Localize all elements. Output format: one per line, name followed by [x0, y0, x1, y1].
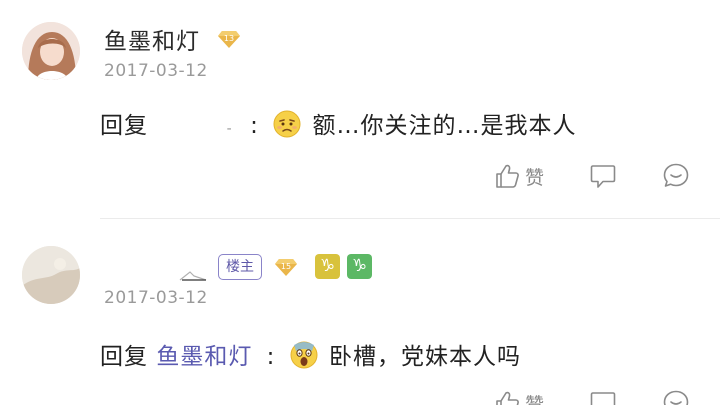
comment-bubble-icon: [590, 392, 616, 405]
reply-bubble-icon: [663, 390, 689, 405]
comment-date: 2017-03-12: [104, 61, 208, 81]
comment-button[interactable]: [588, 161, 618, 195]
reply-prefix: 回复: [100, 113, 148, 139]
diamond-icon: 13: [218, 31, 240, 48]
level-number: 13: [224, 34, 234, 43]
grimace-emoji-icon: [273, 110, 301, 138]
username[interactable]: 鱼墨和灯: [104, 22, 200, 56]
comment-actions: 赞: [0, 388, 720, 405]
reply-button[interactable]: [661, 161, 691, 195]
reply-prefix: 回复: [100, 344, 148, 370]
comment-body: 回复 - : 额…你关注的…是我本人: [100, 106, 577, 140]
comment-text: 卧槽，党妹本人吗: [329, 344, 521, 370]
owner-badge: 楼主: [218, 254, 262, 280]
reply-bubble-icon: [663, 163, 689, 187]
avatar-image: [22, 246, 80, 304]
like-label: 赞: [525, 393, 545, 405]
comment-actions: 赞: [0, 161, 720, 191]
thumbs-up-icon: [496, 164, 519, 188]
redaction-artifact: [179, 271, 207, 281]
zodiac-capricorn-icon: ♑: [315, 254, 340, 279]
level-badge: 13: [217, 26, 241, 50]
comment-button[interactable]: [588, 388, 618, 405]
comment-item: 楼主 15 ♑ ♑ 2017-03-12 回复 鱼墨和灯 : 卧槽，党妹本人吗 …: [0, 230, 720, 405]
comment-body: 回复 鱼墨和灯 : 卧槽，党妹本人吗: [100, 337, 521, 371]
comment-text: 额…你关注的…是我本人: [312, 113, 577, 139]
colon: :: [266, 344, 276, 370]
colon: :: [250, 113, 259, 139]
zodiac-capricorn-icon: ♑: [347, 254, 372, 279]
avatar[interactable]: [22, 246, 80, 304]
comment-divider: [100, 218, 720, 219]
thumbs-up-icon: [496, 391, 519, 405]
comment-bubble-icon: [590, 165, 616, 188]
like-button[interactable]: 赞: [493, 388, 544, 405]
level-badge: 15: [274, 254, 298, 278]
level-number: 15: [281, 262, 291, 271]
diamond-icon: 15: [275, 259, 297, 276]
reply-button[interactable]: [661, 388, 691, 405]
like-label: 赞: [525, 166, 545, 189]
comment-date: 2017-03-12: [104, 288, 208, 308]
reply-target-link[interactable]: 鱼墨和灯: [156, 337, 252, 371]
avatar-image: [22, 22, 80, 80]
avatar[interactable]: [22, 22, 80, 80]
shocked-emoji-icon: [290, 341, 318, 369]
like-button[interactable]: 赞: [493, 161, 544, 191]
comment-thread: 鱼墨和灯 13 2017-03-12 回复 - : 额…你关注的…是我本人 赞 …: [0, 0, 720, 405]
comment-item: 鱼墨和灯 13 2017-03-12 回复 - : 额…你关注的…是我本人 赞: [0, 0, 720, 215]
